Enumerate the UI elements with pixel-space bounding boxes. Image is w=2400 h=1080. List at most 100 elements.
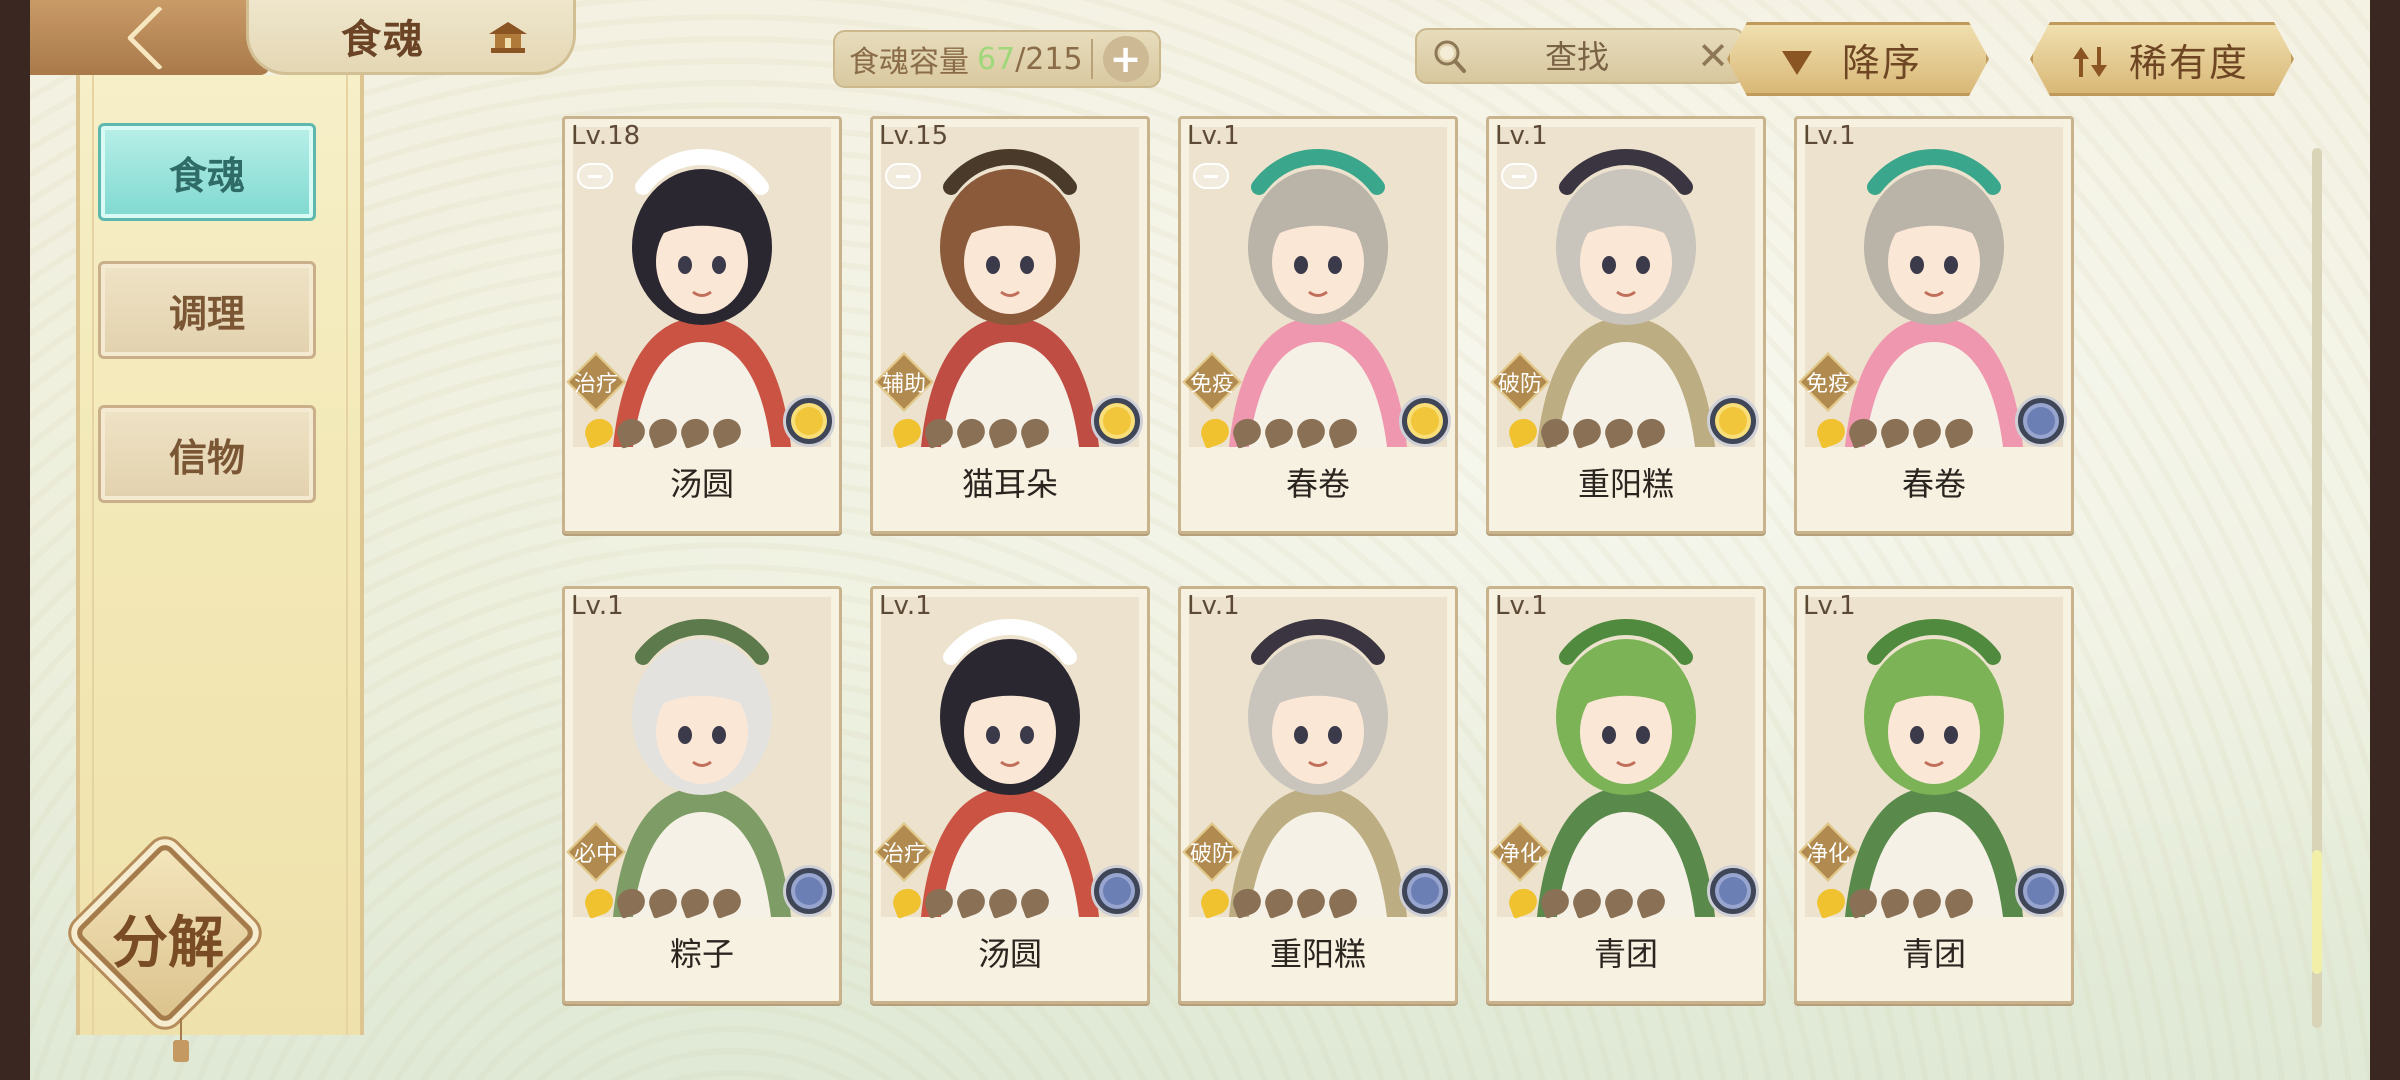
food-soul-card[interactable]: Lv.18 治疗 汤圆	[562, 116, 842, 534]
food-soul-name: 汤圆	[977, 935, 1042, 973]
star-rating	[1813, 414, 1977, 450]
star-empty-icon	[1845, 884, 1881, 920]
star-empty-icon	[1941, 414, 1977, 450]
food-soul-name: 汤圆	[669, 465, 734, 503]
star-empty-icon	[1293, 414, 1329, 450]
descending-arrow-icon	[1782, 51, 1812, 75]
food-soul-card[interactable]: Lv.1 治疗 汤圆	[870, 586, 1150, 1004]
food-soul-card[interactable]: Lv.1 免疫 春卷	[1178, 116, 1458, 534]
star-empty-icon	[1877, 884, 1913, 920]
gold-flower-icon	[1707, 395, 1759, 447]
star-empty-icon	[1229, 884, 1265, 920]
star-empty-icon	[1633, 884, 1669, 920]
level-label: Lv.15	[879, 121, 949, 151]
star-empty-icon	[677, 884, 713, 920]
level-label: Lv.1	[1803, 591, 1856, 621]
gold-flower-icon	[1091, 395, 1143, 447]
clear-search-icon[interactable]: ✕	[1697, 36, 1729, 76]
star-empty-icon	[1633, 414, 1669, 450]
level-label: Lv.1	[1187, 121, 1240, 151]
star-empty-icon	[1017, 884, 1053, 920]
star-empty-icon	[1261, 414, 1297, 450]
back-button[interactable]	[30, 0, 270, 75]
sort-swap-icon	[2071, 45, 2111, 79]
role-badge: 破防	[1489, 351, 1551, 413]
search-box[interactable]: ✕	[1415, 28, 1745, 84]
medal-flower	[1103, 877, 1131, 905]
star-empty-icon	[1569, 884, 1605, 920]
star-filled-icon	[581, 414, 617, 450]
role-label: 治疗	[573, 372, 618, 397]
star-filled-icon	[1197, 884, 1233, 920]
pavilion-icon[interactable]	[487, 20, 529, 54]
level-label: Lv.1	[1495, 591, 1548, 621]
food-soul-card[interactable]: Lv.1 破防 重阳糕	[1486, 116, 1766, 534]
sidebar-item-tokens[interactable]: 信物	[98, 405, 316, 503]
blue-flower-icon	[1399, 865, 1451, 917]
food-soul-name: 猫耳朵	[961, 465, 1058, 503]
level-label: Lv.1	[571, 591, 624, 621]
food-soul-card[interactable]: Lv.1 净化 青团	[1486, 586, 1766, 1004]
star-filled-icon	[1197, 414, 1233, 450]
star-rating	[889, 414, 1053, 450]
food-soul-name: 粽子	[669, 935, 734, 973]
star-rating	[1505, 884, 1669, 920]
game-screen: 食魂 食魂容量 67 / 215 + ✕ 降序	[30, 0, 2370, 1080]
medal-flower	[795, 877, 823, 905]
star-empty-icon	[1909, 884, 1945, 920]
medal-flower	[795, 407, 823, 435]
star-empty-icon	[645, 884, 681, 920]
star-empty-icon	[1601, 414, 1637, 450]
level-label: Lv.1	[1803, 121, 1856, 151]
role-label: 破防	[1189, 842, 1234, 867]
sidebar-item-conditioning[interactable]: 调理	[98, 261, 316, 359]
food-soul-name: 青团	[1593, 935, 1658, 973]
star-empty-icon	[1909, 414, 1945, 450]
sort-order-button[interactable]: 降序	[1727, 22, 1989, 96]
star-empty-icon	[1877, 414, 1913, 450]
star-empty-icon	[1601, 884, 1637, 920]
food-soul-card[interactable]: Lv.1 必中粽子	[562, 586, 842, 1004]
add-capacity-button[interactable]: +	[1102, 36, 1149, 82]
medal-flower	[1719, 877, 1747, 905]
star-filled-icon	[1505, 414, 1541, 450]
food-soul-card[interactable]: Lv.1 破防 重阳糕	[1178, 586, 1458, 1004]
blue-flower-icon	[1707, 865, 1759, 917]
medal-flower	[2027, 877, 2055, 905]
gold-flower-icon	[1399, 395, 1451, 447]
star-empty-icon	[1537, 884, 1573, 920]
star-filled-icon	[889, 414, 925, 450]
star-empty-icon	[1261, 884, 1297, 920]
capacity-display: 食魂容量 67 / 215 +	[833, 30, 1161, 88]
role-label: 必中	[573, 842, 618, 867]
star-filled-icon	[889, 884, 925, 920]
search-icon	[1434, 40, 1466, 73]
medal-flower	[1411, 407, 1439, 435]
star-filled-icon	[1813, 884, 1849, 920]
lock-toggle-icon[interactable]	[885, 163, 921, 189]
lock-toggle-icon[interactable]	[1193, 163, 1229, 189]
capacity-separator: /	[1015, 41, 1026, 77]
food-soul-card[interactable]: Lv.1 免疫 春卷	[1794, 116, 2074, 534]
capacity-used: 67	[977, 41, 1016, 77]
role-badge: 辅助	[873, 351, 935, 413]
medal-flower	[2027, 407, 2055, 435]
scrollbar-thumb[interactable]	[2312, 850, 2322, 974]
star-rating	[581, 414, 745, 450]
role-label: 辅助	[881, 372, 926, 397]
sort-key-button[interactable]: 稀有度	[2030, 22, 2294, 96]
star-empty-icon	[677, 414, 713, 450]
sidebar-item-food-souls[interactable]: 食魂	[98, 123, 316, 221]
lock-toggle-icon[interactable]	[1501, 163, 1537, 189]
star-empty-icon	[953, 414, 989, 450]
capacity-label: 食魂容量	[849, 45, 969, 80]
star-empty-icon	[1537, 414, 1573, 450]
medal-flower	[1411, 877, 1439, 905]
star-rating	[889, 884, 1053, 920]
lock-toggle-icon[interactable]	[577, 163, 613, 189]
role-badge: 必中	[565, 821, 627, 883]
search-input[interactable]	[1477, 36, 1677, 78]
food-soul-card[interactable]: Lv.15 辅助猫耳朵	[870, 116, 1150, 534]
food-soul-card[interactable]: Lv.1 净化 青团	[1794, 586, 2074, 1004]
role-badge: 破防	[1181, 821, 1243, 883]
